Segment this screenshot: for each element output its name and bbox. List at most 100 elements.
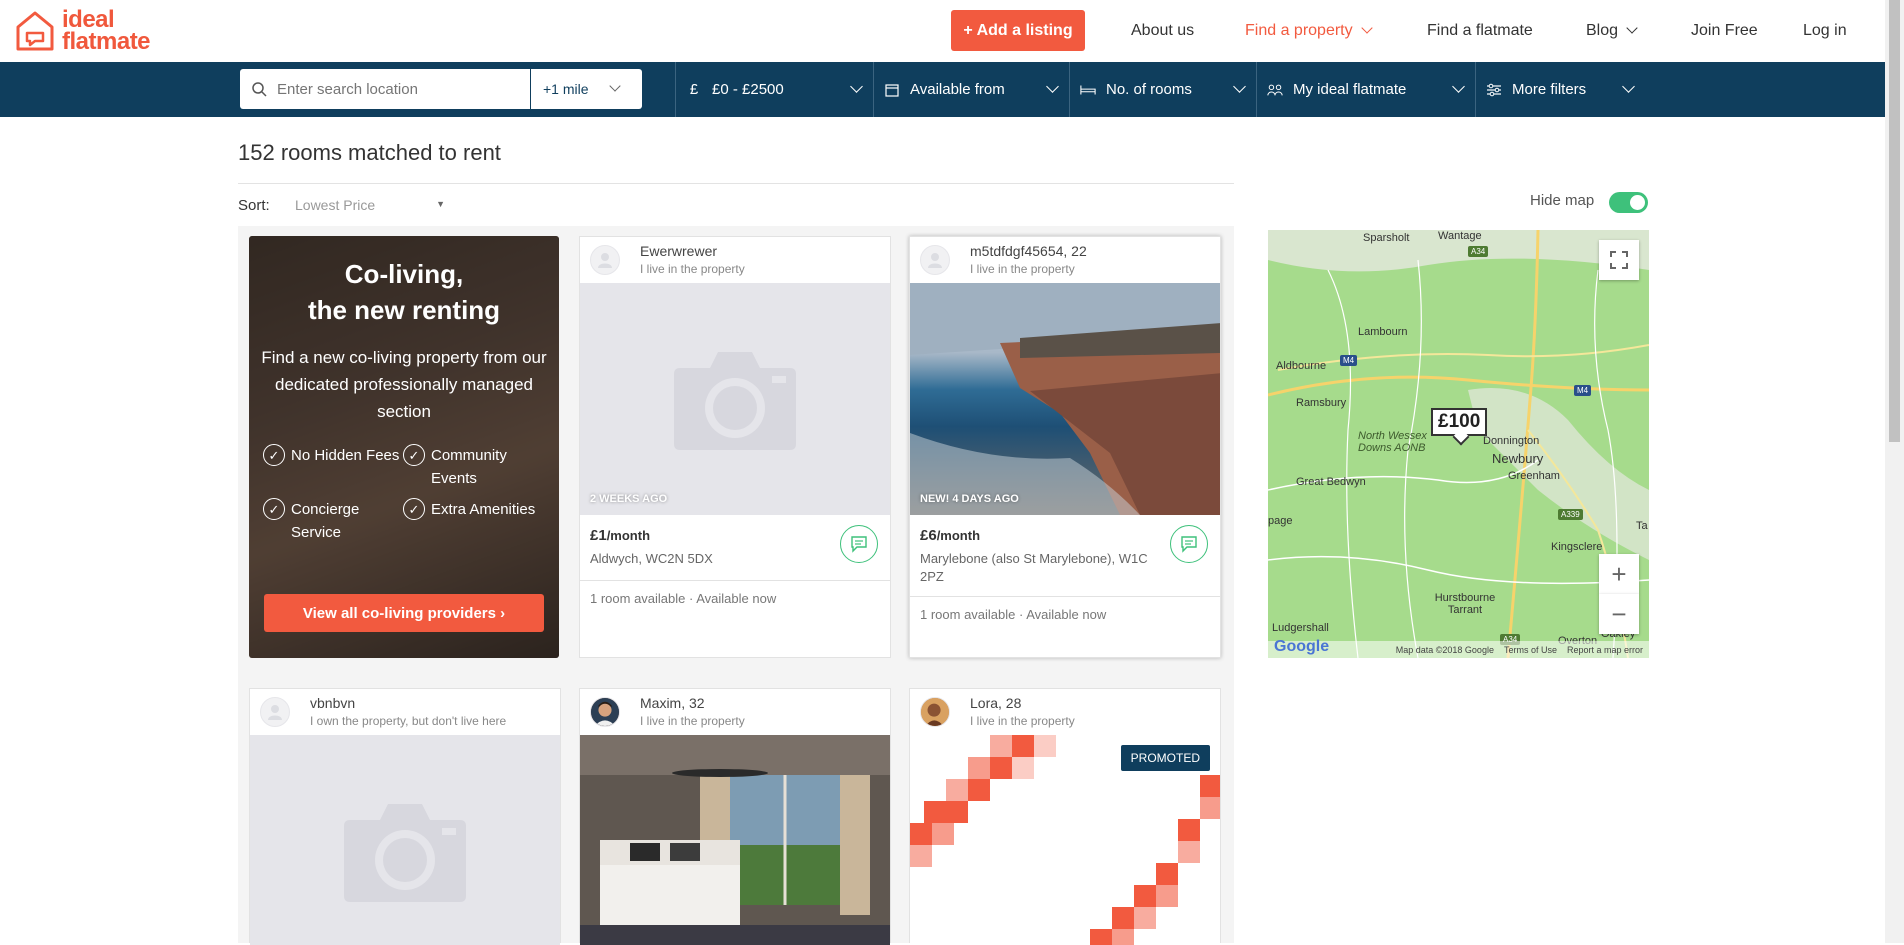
map-place-label: Kingsclere bbox=[1551, 541, 1603, 553]
add-listing-button[interactable]: + Add a listing bbox=[951, 10, 1085, 51]
road-label: M4 bbox=[1340, 355, 1358, 366]
check-circle-icon: ✓ bbox=[263, 498, 285, 520]
message-button[interactable] bbox=[840, 525, 878, 563]
divider bbox=[238, 183, 1234, 184]
feature-item: ✓ Community Events bbox=[403, 444, 553, 490]
logo-line2: flatmate bbox=[62, 28, 151, 55]
listing-card[interactable]: Lora, 28 I live in the property PROMOTED bbox=[909, 688, 1221, 945]
site-header: ideal flatmate + Add a listing About us … bbox=[0, 0, 1885, 62]
chevron-down-icon bbox=[1626, 22, 1638, 34]
listing-photo[interactable] bbox=[580, 735, 890, 945]
price-filter-label: £0 - £2500 bbox=[712, 81, 784, 98]
feature-item: ✓ Concierge Service bbox=[263, 498, 403, 544]
logo[interactable]: ideal flatmate bbox=[14, 8, 151, 55]
ideal-flatmate-filter[interactable]: My ideal flatmate bbox=[1256, 62, 1475, 117]
listing-photo[interactable]: PROMOTED bbox=[910, 735, 1220, 945]
rooms-filter-label: No. of rooms bbox=[1106, 81, 1192, 98]
avatar bbox=[590, 697, 620, 727]
sort-value: Lowest Price bbox=[295, 197, 376, 213]
page-scrollbar[interactable] bbox=[1885, 0, 1904, 943]
avatar bbox=[920, 245, 950, 275]
map-place-label: Great Bedwyn bbox=[1296, 476, 1366, 488]
more-filters[interactable]: More filters bbox=[1475, 62, 1645, 117]
terms-of-use-link[interactable]: Terms of Use bbox=[1504, 645, 1557, 655]
map[interactable]: Sparsholt Wantage Lambourn Aldbourne Ram… bbox=[1268, 230, 1649, 658]
view-coliving-button[interactable]: View all co-living providers › bbox=[264, 594, 544, 632]
nav-find-property[interactable]: Find a property bbox=[1245, 22, 1373, 40]
listing-card[interactable]: vbnbvn I own the property, but don't liv… bbox=[249, 688, 561, 945]
listing-card[interactable]: m5tdfdgf45654, 22 I live in the property… bbox=[909, 236, 1221, 658]
listing-card[interactable]: Maxim, 32 I live in the property bbox=[579, 688, 891, 945]
nav-find-flatmate[interactable]: Find a flatmate bbox=[1427, 22, 1533, 40]
camera-placeholder-icon bbox=[344, 803, 466, 902]
map-place-label: Sparsholt bbox=[1363, 232, 1410, 244]
bedroom-photo bbox=[580, 735, 890, 945]
listing-age: NEW! 4 DAYS AGO bbox=[920, 493, 1019, 505]
scrollbar-thumb[interactable] bbox=[1889, 0, 1900, 442]
zoom-out-button[interactable]: − bbox=[1599, 594, 1639, 634]
avatar bbox=[590, 245, 620, 275]
hide-map-toggle[interactable] bbox=[1609, 192, 1648, 213]
coastline-photo bbox=[910, 283, 1220, 515]
plus-icon: + bbox=[1611, 558, 1627, 589]
listing-price: £6/month bbox=[920, 527, 981, 544]
listing-photo[interactable]: NEW! 4 DAYS AGO bbox=[910, 283, 1220, 515]
map-place-label: page bbox=[1268, 515, 1293, 527]
google-logo: Google bbox=[1274, 638, 1330, 655]
chevron-down-icon bbox=[1046, 80, 1059, 93]
bed-icon bbox=[1080, 82, 1096, 98]
available-from-filter[interactable]: Available from bbox=[873, 62, 1069, 117]
house-logo-icon bbox=[16, 11, 54, 51]
dropdown-arrow-icon: ▼ bbox=[436, 199, 445, 209]
nav-find-property-label: Find a property bbox=[1245, 22, 1353, 39]
sort-label: Sort: bbox=[238, 197, 270, 214]
chevron-down-icon bbox=[1360, 22, 1373, 34]
coliving-description: Find a new co-living property from our d… bbox=[261, 348, 547, 421]
listing-address: Marylebone (also St Marylebone), W1C 2PZ bbox=[920, 551, 1148, 584]
map-price-pin[interactable]: £100 bbox=[1431, 408, 1488, 436]
report-error-link[interactable]: Report a map error bbox=[1567, 645, 1643, 655]
map-place-label: Lambourn bbox=[1358, 326, 1408, 338]
nav-join-free[interactable]: Join Free bbox=[1691, 22, 1758, 40]
map-place-label: Newbury bbox=[1492, 451, 1544, 466]
radius-value: +1 mile bbox=[543, 81, 589, 97]
nav-log-in[interactable]: Log in bbox=[1803, 22, 1847, 40]
rooms-filter[interactable]: No. of rooms bbox=[1069, 62, 1256, 117]
hide-map-label: Hide map bbox=[1530, 192, 1595, 209]
calendar-icon bbox=[884, 82, 900, 98]
feature-item: ✓ Extra Amenities bbox=[403, 498, 553, 521]
listing-photo[interactable]: 2 WEEKS AGO bbox=[580, 283, 890, 515]
chevron-down-icon bbox=[1622, 80, 1635, 93]
lister-status: I live in the property bbox=[970, 714, 1075, 728]
map-place-label: Greenham bbox=[1508, 470, 1560, 482]
nav-about-us[interactable]: About us bbox=[1131, 22, 1194, 40]
sliders-icon bbox=[1486, 82, 1502, 98]
lister-name: Maxim, 32 bbox=[640, 695, 705, 711]
zoom-in-button[interactable]: + bbox=[1599, 554, 1639, 594]
map-place-label: Aldbourne bbox=[1276, 360, 1327, 372]
coliving-promo-card: Co-living, the new renting Find a new co… bbox=[249, 236, 559, 658]
check-circle-icon: ✓ bbox=[403, 498, 425, 520]
message-button[interactable] bbox=[1170, 525, 1208, 563]
search-location-input[interactable] bbox=[277, 80, 517, 98]
sort-select[interactable]: Lowest Price ▼ bbox=[295, 197, 445, 213]
listing-photo[interactable] bbox=[250, 735, 560, 945]
lister-status: I live in the property bbox=[640, 262, 745, 276]
nav-blog[interactable]: Blog bbox=[1586, 22, 1638, 40]
road-label: A339 bbox=[1558, 509, 1583, 520]
radius-select[interactable]: +1 mile bbox=[531, 69, 642, 109]
price-filter[interactable]: £ £0 - £2500 bbox=[675, 62, 873, 117]
avatar bbox=[260, 697, 290, 727]
lister-status: I live in the property bbox=[970, 262, 1075, 276]
lister-status: I own the property, but don't live here bbox=[310, 714, 507, 728]
listing-age: 2 WEEKS AGO bbox=[590, 493, 668, 505]
road-label: A34 bbox=[1468, 246, 1489, 257]
lister-name: m5tdfdgf45654, 22 bbox=[970, 243, 1087, 259]
chat-icon bbox=[1181, 536, 1197, 553]
coliving-title: Co-living, the new renting bbox=[307, 259, 501, 325]
fullscreen-button[interactable] bbox=[1599, 240, 1639, 280]
nav-blog-label: Blog bbox=[1586, 22, 1619, 39]
avatar bbox=[920, 697, 950, 727]
listing-card[interactable]: Ewerwrewer I live in the property 2 WEEK… bbox=[579, 236, 891, 658]
minus-icon: − bbox=[1611, 598, 1627, 629]
